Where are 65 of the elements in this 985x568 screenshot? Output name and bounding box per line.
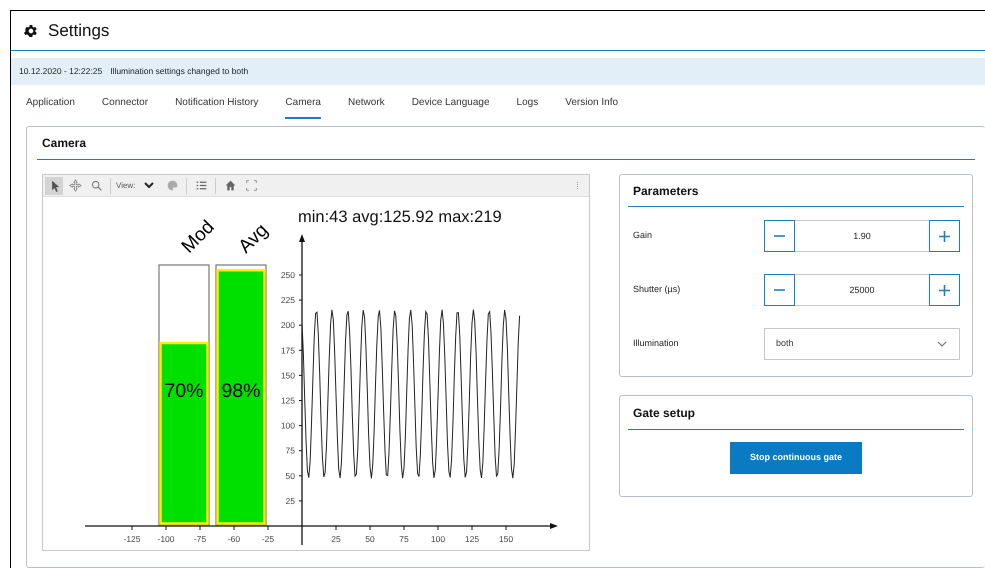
tick-label: 125 [280, 396, 295, 406]
plus-icon [939, 230, 950, 242]
tick-label: 75 [399, 534, 409, 544]
tick-label: 150 [498, 534, 514, 544]
tick-label: 100 [280, 420, 295, 431]
pointer-tool[interactable] [45, 176, 63, 194]
number-field[interactable]: 25000 [795, 274, 929, 306]
tick-label: -25 [262, 534, 274, 544]
notification-message: Illumination settings changed to both [110, 65, 248, 78]
tab[interactable]: Logs [516, 85, 538, 119]
bar-label: Avg [234, 220, 272, 258]
list-icon [194, 179, 208, 192]
panel-title: Gate setup [633, 404, 696, 422]
fullscreen-icon [244, 179, 258, 192]
tick-label: 175 [280, 345, 295, 356]
tick-label: -60 [228, 534, 240, 544]
tick-label: 75 [286, 446, 295, 456]
tick-label: 250 [280, 270, 295, 280]
window-title: Settings [48, 20, 110, 42]
tick-label: 150 [280, 370, 295, 380]
illumination-dropdown[interactable]: both [764, 328, 960, 360]
chevron-down-icon [144, 182, 154, 189]
tab[interactable]: Camera [285, 85, 321, 119]
stats-label: min:43 avg:125.92 max:219 [298, 208, 502, 226]
tab[interactable]: Network [348, 85, 385, 119]
minus-button[interactable] [764, 220, 795, 252]
home-icon [224, 179, 237, 192]
chevron-down-icon [937, 341, 947, 347]
plus-button[interactable] [929, 274, 960, 306]
minus-icon [774, 289, 785, 291]
tick-label: 225 [280, 295, 295, 306]
tab[interactable]: Notification History [175, 85, 258, 119]
plus-icon [939, 284, 950, 296]
minus-icon [774, 235, 785, 237]
tick-label: -75 [194, 534, 206, 544]
tick-label: 25 [331, 534, 341, 544]
stop-gate-button[interactable]: Stop continuous gate [730, 442, 862, 474]
field-label: Illumination [633, 337, 680, 350]
minus-button[interactable] [764, 274, 795, 306]
panel-title: Parameters [633, 182, 698, 200]
tick-label: 125 [464, 534, 480, 544]
tick-label: 200 [280, 320, 295, 330]
tick-label: 100 [430, 534, 446, 544]
tick-label: 50 [365, 534, 375, 544]
move-icon [68, 179, 82, 192]
notification-time: 10.12.2020 - 12:22:25 [19, 65, 102, 78]
number-field[interactable]: 1.90 [795, 220, 929, 252]
tab[interactable]: Device Language [412, 85, 490, 119]
plus-button[interactable] [929, 220, 960, 252]
settings-icon [23, 22, 39, 38]
card-title: Camera [42, 135, 86, 152]
tab[interactable]: Connector [102, 85, 148, 119]
tick-label: 25 [286, 496, 295, 506]
tick-label: 50 [286, 470, 295, 481]
tab[interactable]: Version Info [565, 85, 618, 119]
search-icon [90, 179, 102, 192]
field-label: Gain [633, 229, 654, 242]
bar-value: 98% [221, 380, 261, 402]
tick-label: -125 [124, 534, 140, 544]
palette-icon [166, 179, 179, 192]
bar-value: 70% [164, 380, 204, 402]
tab[interactable]: Application [26, 85, 75, 119]
view-label: View: [116, 180, 136, 192]
field-label: Shutter (µs) [633, 283, 682, 296]
tick-label: -100 [158, 534, 174, 544]
